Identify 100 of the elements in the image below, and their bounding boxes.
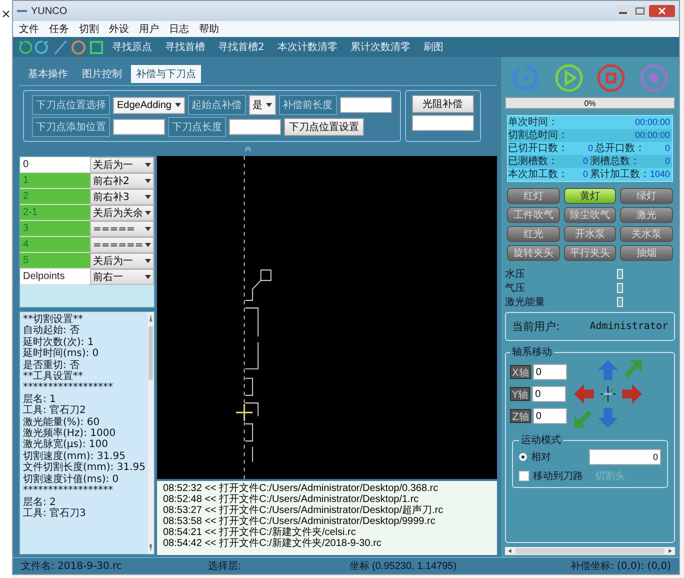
info-value: 00:00:00 [634,116,671,129]
toolbar-button[interactable]: 寻找首槽2 [213,40,270,54]
layer-dropdown[interactable]: ===== [90,221,154,237]
caret-icon [145,163,151,167]
user-name: Administrator [590,321,668,332]
axis-button[interactable]: Y轴 [510,387,530,401]
control-button[interactable]: 工件吹气 [507,207,560,223]
menu-item[interactable]: 用户 [139,22,159,36]
menu-item[interactable]: 文件 [19,22,39,36]
control-button[interactable]: 红光 [507,226,560,242]
radio-button[interactable] [519,453,527,461]
minimize-icon[interactable] [615,5,631,17]
toolbar-button[interactable]: 寻找首槽 [160,40,210,54]
toolbar-button[interactable]: 寻找原点 [107,40,157,54]
info-label: 本次加工数： [508,168,568,181]
collapse-icon[interactable] [244,146,252,152]
record-icon[interactable] [638,63,669,93]
status-text: 补偿坐标: (0,0): (0,0) [570,560,671,573]
tab[interactable]: 补偿与下刀点 [131,65,201,83]
play-icon[interactable] [554,63,584,93]
menu-item[interactable]: 任务 [49,22,69,36]
dropdown[interactable]: 是 [248,95,276,115]
circle-tool-icon[interactable] [71,40,86,54]
menu-item[interactable]: 切割 [79,22,99,36]
input-field[interactable]: 0 [532,386,566,402]
scrollbar[interactable] [148,312,154,554]
layer-dropdown[interactable]: 关后为一 [90,157,154,173]
input-field[interactable]: 0 [532,364,567,380]
field-label: 下刀点添加位置 [32,117,110,137]
log-line: 08:52:48 << 打开文件C:/Users/Administrator/Desktop/1.rc [163,494,419,505]
layer-dropdown[interactable]: 关后为关余 [90,205,154,221]
layer-dropdown[interactable]: 前右补2 [90,173,154,189]
up-arrow-icon[interactable] [596,359,619,381]
tab[interactable]: 图片控制 [77,65,127,83]
rectangle-tool-icon[interactable] [89,40,104,54]
input-field[interactable] [340,97,392,113]
redo-icon[interactable] [35,40,50,54]
info-label: 切割总时间： [508,129,568,142]
toolbar-button[interactable]: 刷图 [418,40,448,54]
control-button[interactable]: 抽烟 [620,245,673,261]
layer-name[interactable]: Delpoints [20,269,90,285]
info-label: 累计加工数： [590,168,650,181]
control-button[interactable]: 开水泵 [564,226,616,242]
menu-item[interactable]: 外设 [109,22,129,36]
control-button[interactable]: 绿灯 [620,188,673,204]
control-button[interactable]: 激光 [620,207,673,223]
compensation-button[interactable]: 光阻补偿 [412,95,474,113]
line-tool-icon[interactable] [53,40,68,54]
control-button[interactable]: 平行夹头 [564,245,616,261]
right-arrow-icon[interactable] [620,383,643,405]
input-field[interactable] [412,115,474,131]
layer-dropdown[interactable]: 前右一 [90,269,154,285]
input-field[interactable] [113,119,165,135]
control-button[interactable]: 旋转夹头 [507,245,560,261]
scrollbar[interactable] [505,547,675,555]
set-button[interactable]: 下刀点位置设置 [284,118,364,136]
reset-icon[interactable] [511,63,542,93]
parameter-line: 激光频率(Hz): 1000 [23,428,117,440]
dropdown[interactable]: EdgeAdding [113,96,184,114]
input-field[interactable]: 0 [589,449,661,465]
control-button[interactable]: 除尘吹气 [564,207,616,223]
caret-icon [145,211,151,215]
axis-button[interactable]: Z轴 [510,409,531,423]
caret-icon [145,259,151,263]
menu-item[interactable]: 日志 [169,22,189,36]
layer-dropdown[interactable]: ====== [90,237,154,253]
undo-icon[interactable] [17,40,32,54]
info-value: 0 [582,168,589,181]
parameter-line: 激光脉宽(μs): 100 [23,439,110,450]
caret-icon [145,179,151,183]
control-button[interactable]: 关水泵 [620,226,673,242]
axis-button[interactable]: X轴 [510,365,531,379]
input-field[interactable] [229,119,281,135]
left-arrow-icon[interactable] [572,383,595,405]
down-arrow-icon[interactable] [596,407,619,429]
status-text: 选择层: [208,560,242,573]
disabled-option-text: 切割头 [595,470,625,483]
maximize-icon[interactable] [632,5,648,17]
control-button[interactable]: 黄灯 [564,188,616,204]
menu-item[interactable]: 帮助 [199,22,219,36]
layer-dropdown[interactable]: 前右补3 [90,189,154,205]
layer-name[interactable]: 0 [20,157,90,173]
input-field[interactable]: 0 [532,408,567,424]
close-icon[interactable] [2,10,10,18]
info-label: 总开口数： [595,142,645,155]
control-button[interactable]: 红灯 [507,188,560,204]
parameter-line: 延时时间(ms): 0 [23,348,100,360]
tab[interactable]: 基本操作 [23,65,73,83]
crosshair-icon [235,403,254,422]
parameter-line: ****************** [23,485,114,496]
log-line: 08:54:21 << 打开文件C:/新建文件夹/celsi.rc [163,527,357,538]
parameter-line: 文件切割长度(mm): 31.95 [23,462,146,474]
toolbar-button[interactable]: 本次计数清零 [272,40,342,54]
toolbar-button[interactable]: 累计次数清零 [345,40,416,54]
checkbox[interactable] [519,471,529,481]
stop-icon[interactable] [596,63,626,93]
layer-dropdown[interactable]: 关后为一 [90,253,154,269]
caret-icon [145,243,151,247]
field-label: 下刀点长度 [168,117,226,137]
caret-icon [145,275,151,279]
